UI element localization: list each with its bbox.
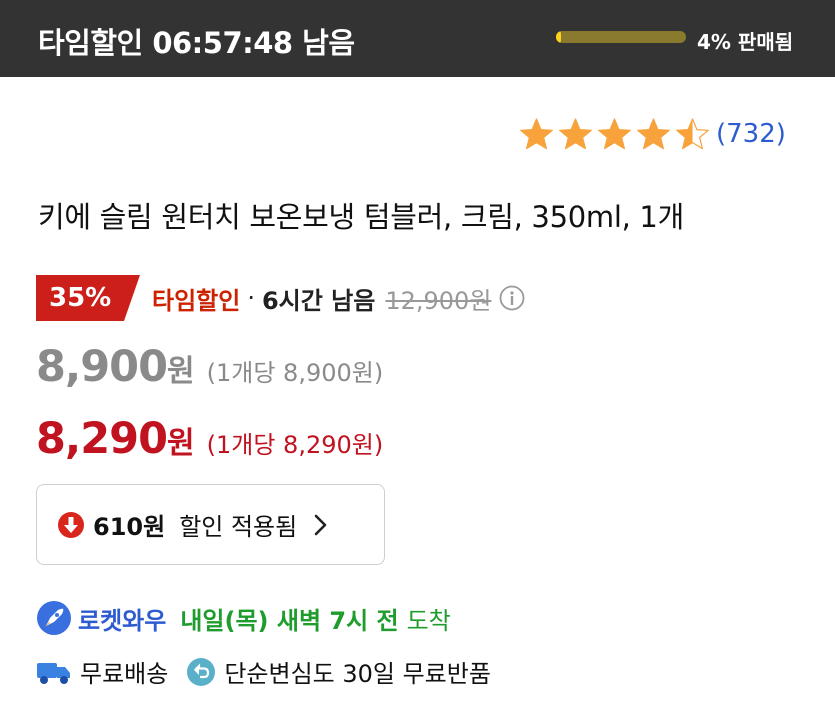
- sale-unit-price: (1개당 8,900원): [206, 359, 384, 387]
- countdown-timer: 타임할인 06:57:48 남음: [38, 26, 355, 60]
- discount-label: 할인 적용됨: [179, 513, 298, 541]
- review-count-link[interactable]: (732): [716, 119, 786, 149]
- arrow-down-circle-icon: [58, 511, 84, 538]
- star-icon: [637, 117, 670, 149]
- star-icon: [598, 117, 631, 149]
- arrival-time: 내일(목) 새벽 7시 전: [180, 606, 399, 635]
- promo-remaining-time: 6시간 남음: [261, 286, 376, 315]
- original-price: 12,900원: [385, 286, 492, 315]
- promo-separator: ·: [247, 284, 255, 312]
- promo-row: 35% 타임할인 · 6시간 남음 12,900원: [36, 275, 525, 321]
- sold-progress-bar: [556, 31, 686, 43]
- star-icon: [676, 117, 709, 149]
- promo-name: 타임할인: [152, 286, 241, 315]
- final-price-row: 8,290 원 (1개당 8,290원): [36, 414, 383, 464]
- free-return-label: 단순변심도 30일 무료반품: [224, 660, 491, 688]
- truck-icon: [37, 662, 70, 684]
- product-title: 키에 슬림 원터치 보온보냉 텀블러, 크림, 350ml, 1개: [38, 200, 684, 234]
- discount-badge: 35%: [36, 275, 140, 321]
- info-icon[interactable]: [499, 285, 525, 311]
- sale-price-row: 8,900 원 (1개당 8,900원): [36, 342, 383, 392]
- discount-badge-label: 35%: [49, 283, 112, 313]
- sold-percent: 4% 판매됨: [697, 30, 794, 54]
- rocket-wow-brand: 로켓와우: [78, 606, 167, 635]
- final-unit-price: (1개당 8,290원): [206, 431, 384, 459]
- sold-progress-fill: [556, 31, 562, 43]
- discount-amount: 610원: [93, 513, 166, 541]
- time-sale-bar: 타임할인 06:57:48 남음 4% 판매됨: [0, 0, 835, 77]
- free-shipping-label: 무료배송: [80, 660, 169, 688]
- rocket-icon: [37, 601, 71, 635]
- discount-applied-button[interactable]: 610원 할인 적용됨: [36, 484, 385, 565]
- sale-price: 8,900: [36, 342, 168, 392]
- final-price-unit: 원: [167, 426, 195, 461]
- final-price: 8,290: [36, 414, 168, 464]
- shipping-row: 무료배송 단순변심도 30일 무료반품: [36, 654, 491, 689]
- delivery-row: 로켓와우 내일(목) 새벽 7시 전 도착: [36, 600, 451, 636]
- return-arrow-icon: [187, 657, 216, 686]
- rating-summary[interactable]: (732): [518, 116, 786, 152]
- star-icon: [559, 117, 592, 149]
- star-icon: [520, 117, 553, 149]
- chevron-right-icon: [314, 514, 327, 535]
- sale-price-unit: 원: [167, 354, 195, 389]
- star-rating: [518, 117, 713, 152]
- arrival-suffix: 도착: [406, 606, 451, 635]
